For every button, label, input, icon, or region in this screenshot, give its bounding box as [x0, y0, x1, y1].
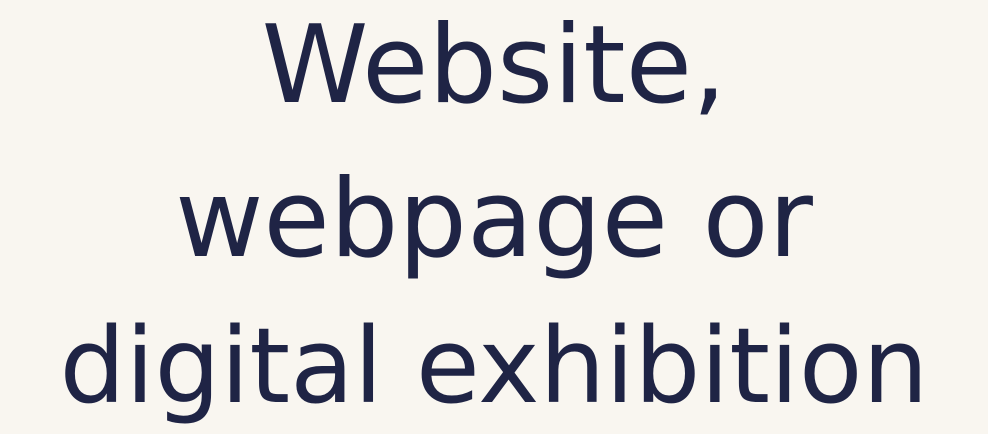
heading-block: Website, webpage or digital exhibition: [0, 0, 988, 434]
heading-line-3: digital exhibition: [59, 305, 929, 427]
heading-line-2: webpage or: [175, 157, 813, 282]
heading-line-1: Website,: [261, 3, 727, 128]
